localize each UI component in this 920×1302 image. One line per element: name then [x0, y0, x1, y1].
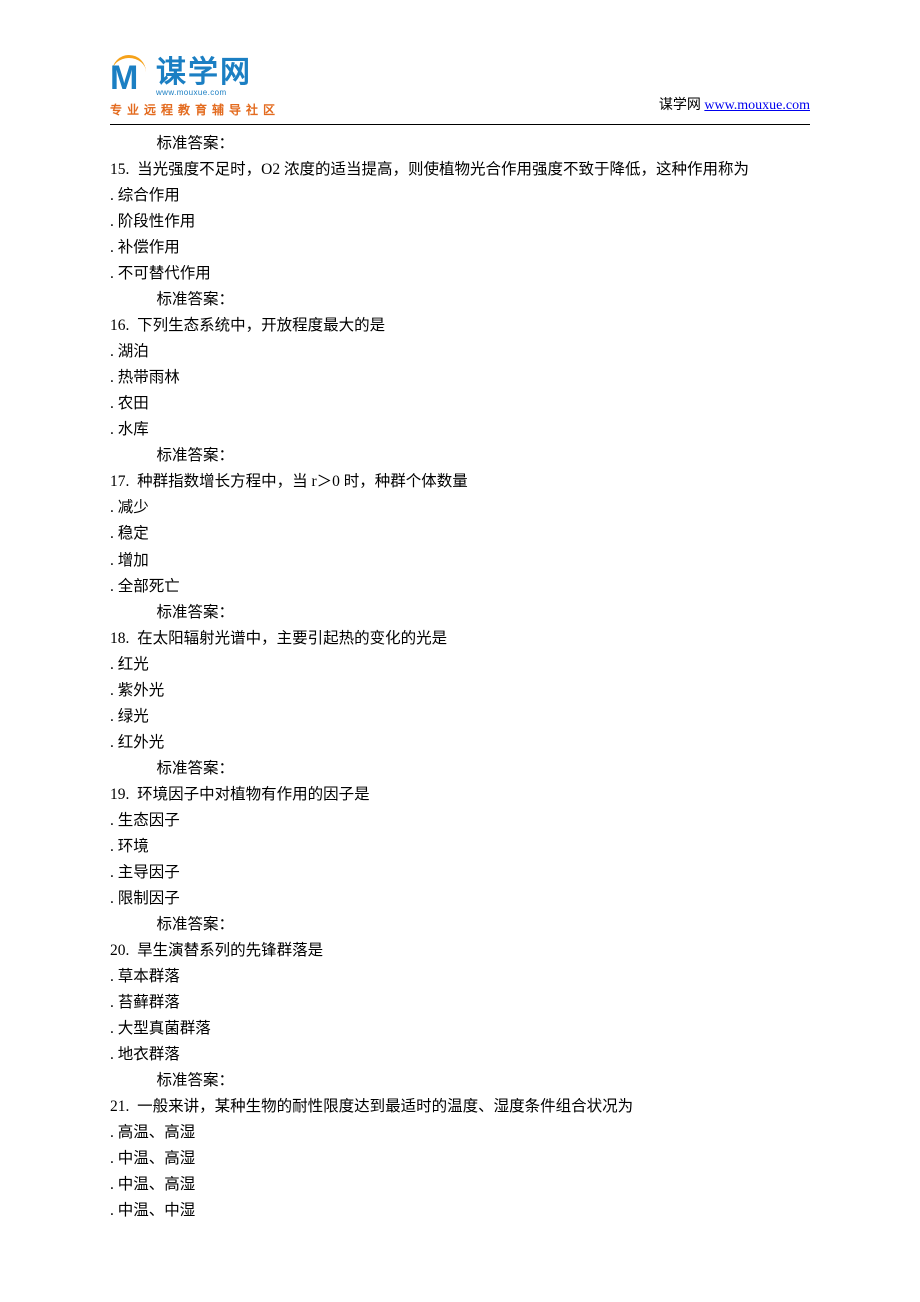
option: . 环境 — [110, 834, 810, 860]
question-text: 旱生演替系列的先锋群落是 — [137, 942, 323, 959]
question-20: 20. 旱生演替系列的先锋群落是 — [110, 938, 810, 964]
option: . 稳定 — [110, 521, 810, 547]
option-text: 地衣群落 — [118, 1046, 180, 1063]
question-21: 21. 一般来讲，某种生物的耐性限度达到最适时的温度、湿度条件组合状况为 — [110, 1094, 810, 1120]
logo-main-text: 谋学网 — [156, 58, 252, 88]
option: . 阶段性作用 — [110, 209, 810, 235]
option: . 大型真菌群落 — [110, 1016, 810, 1042]
question-16: 16. 下列生态系统中，开放程度最大的是 — [110, 313, 810, 339]
header-divider — [110, 124, 810, 125]
option: . 紫外光 — [110, 678, 810, 704]
logo-row: M 谋学网 www.mouxue.com — [110, 58, 252, 97]
option: . 主导因子 — [110, 860, 810, 886]
option: . 增加 — [110, 548, 810, 574]
question-17: 17. 种群指数增长方程中，当 r＞0 时，种群个体数量 — [110, 469, 810, 495]
option: . 湖泊 — [110, 339, 810, 365]
site-label: 谋学网 — [659, 98, 701, 113]
question-text: 下列生态系统中，开放程度最大的是 — [137, 317, 385, 334]
option-text: 红光 — [118, 656, 149, 673]
option-text: 热带雨林 — [118, 369, 180, 386]
option: . 红光 — [110, 652, 810, 678]
option: . 中温、高湿 — [110, 1146, 810, 1172]
option-text: 苔藓群落 — [118, 994, 180, 1011]
question-number: 17. — [110, 473, 129, 490]
answer-label: 标准答案： — [110, 600, 810, 626]
document-content: 标准答案： 15. 当光强度不足时，O2 浓度的适当提高，则使植物光合作用强度不… — [110, 131, 810, 1224]
option: . 草本群落 — [110, 964, 810, 990]
option: . 生态因子 — [110, 808, 810, 834]
question-15: 15. 当光强度不足时，O2 浓度的适当提高，则使植物光合作用强度不致于降低，这… — [110, 157, 810, 183]
logo-mark-icon: M — [110, 61, 152, 95]
question-number: 21. — [110, 1098, 129, 1115]
option-text: 高温、高湿 — [118, 1124, 196, 1141]
option-text: 中温、高湿 — [118, 1150, 196, 1167]
question-number: 20. — [110, 942, 129, 959]
option-text: 环境 — [118, 838, 149, 855]
option-text: 紫外光 — [118, 682, 165, 699]
option: . 热带雨林 — [110, 365, 810, 391]
option: . 全部死亡 — [110, 574, 810, 600]
option: . 综合作用 — [110, 183, 810, 209]
option-text: 草本群落 — [118, 968, 180, 985]
option-text: 湖泊 — [118, 343, 149, 360]
document-page: M 谋学网 www.mouxue.com 专业远程教育辅导社区 谋学网 www.… — [0, 0, 920, 1284]
option: . 苔藓群落 — [110, 990, 810, 1016]
logo-text-group: 谋学网 www.mouxue.com — [156, 58, 252, 97]
option-text: 不可替代作用 — [118, 265, 211, 282]
answer-label: 标准答案： — [110, 1068, 810, 1094]
option: . 高温、高湿 — [110, 1120, 810, 1146]
option-text: 生态因子 — [118, 812, 180, 829]
logo-tagline: 专业远程教育辅导社区 — [110, 101, 280, 118]
question-number: 19. — [110, 786, 129, 803]
option: . 不可替代作用 — [110, 261, 810, 287]
option-text: 综合作用 — [118, 187, 180, 204]
site-link[interactable]: www.mouxue.com — [704, 98, 810, 113]
option: . 地衣群落 — [110, 1042, 810, 1068]
question-18: 18. 在太阳辐射光谱中，主要引起热的变化的光是 — [110, 626, 810, 652]
question-number: 15. — [110, 161, 129, 178]
header-site-info: 谋学网 www.mouxue.com — [659, 94, 810, 118]
question-number: 18. — [110, 630, 129, 647]
option: . 中温、中湿 — [110, 1198, 810, 1224]
option: . 减少 — [110, 495, 810, 521]
option-text: 农田 — [118, 395, 149, 412]
option-text: 大型真菌群落 — [118, 1020, 211, 1037]
option-text: 水库 — [118, 421, 149, 438]
question-text: 环境因子中对植物有作用的因子是 — [137, 786, 370, 803]
option-text: 主导因子 — [118, 864, 180, 881]
option-text: 中温、中湿 — [118, 1202, 196, 1219]
question-text: 在太阳辐射光谱中，主要引起热的变化的光是 — [137, 630, 447, 647]
question-number: 16. — [110, 317, 129, 334]
option-text: 稳定 — [118, 525, 149, 542]
logo-block: M 谋学网 www.mouxue.com 专业远程教育辅导社区 — [110, 58, 280, 118]
option-text: 减少 — [118, 499, 149, 516]
answer-label: 标准答案： — [110, 912, 810, 938]
question-text: 种群指数增长方程中，当 r＞0 时，种群个体数量 — [137, 473, 468, 490]
answer-label: 标准答案： — [110, 287, 810, 313]
option: . 红外光 — [110, 730, 810, 756]
option-text: 绿光 — [118, 708, 149, 725]
option-text: 阶段性作用 — [118, 213, 196, 230]
answer-label: 标准答案： — [110, 131, 810, 157]
option-text: 增加 — [118, 552, 149, 569]
option: . 限制因子 — [110, 886, 810, 912]
page-header: M 谋学网 www.mouxue.com 专业远程教育辅导社区 谋学网 www.… — [110, 58, 810, 118]
answer-label: 标准答案： — [110, 756, 810, 782]
question-19: 19. 环境因子中对植物有作用的因子是 — [110, 782, 810, 808]
option: . 绿光 — [110, 704, 810, 730]
question-text: 一般来讲，某种生物的耐性限度达到最适时的温度、湿度条件组合状况为 — [137, 1098, 633, 1115]
question-text: 当光强度不足时，O2 浓度的适当提高，则使植物光合作用强度不致于降低，这种作用称… — [137, 161, 749, 178]
answer-label: 标准答案： — [110, 443, 810, 469]
option-text: 红外光 — [118, 734, 165, 751]
option-text: 限制因子 — [118, 890, 180, 907]
option: . 农田 — [110, 391, 810, 417]
option: . 水库 — [110, 417, 810, 443]
option-text: 全部死亡 — [118, 578, 180, 595]
option-text: 补偿作用 — [118, 239, 180, 256]
option: . 中温、高湿 — [110, 1172, 810, 1198]
option: . 补偿作用 — [110, 235, 810, 261]
option-text: 中温、高湿 — [118, 1176, 196, 1193]
logo-url-text: www.mouxue.com — [156, 89, 252, 97]
